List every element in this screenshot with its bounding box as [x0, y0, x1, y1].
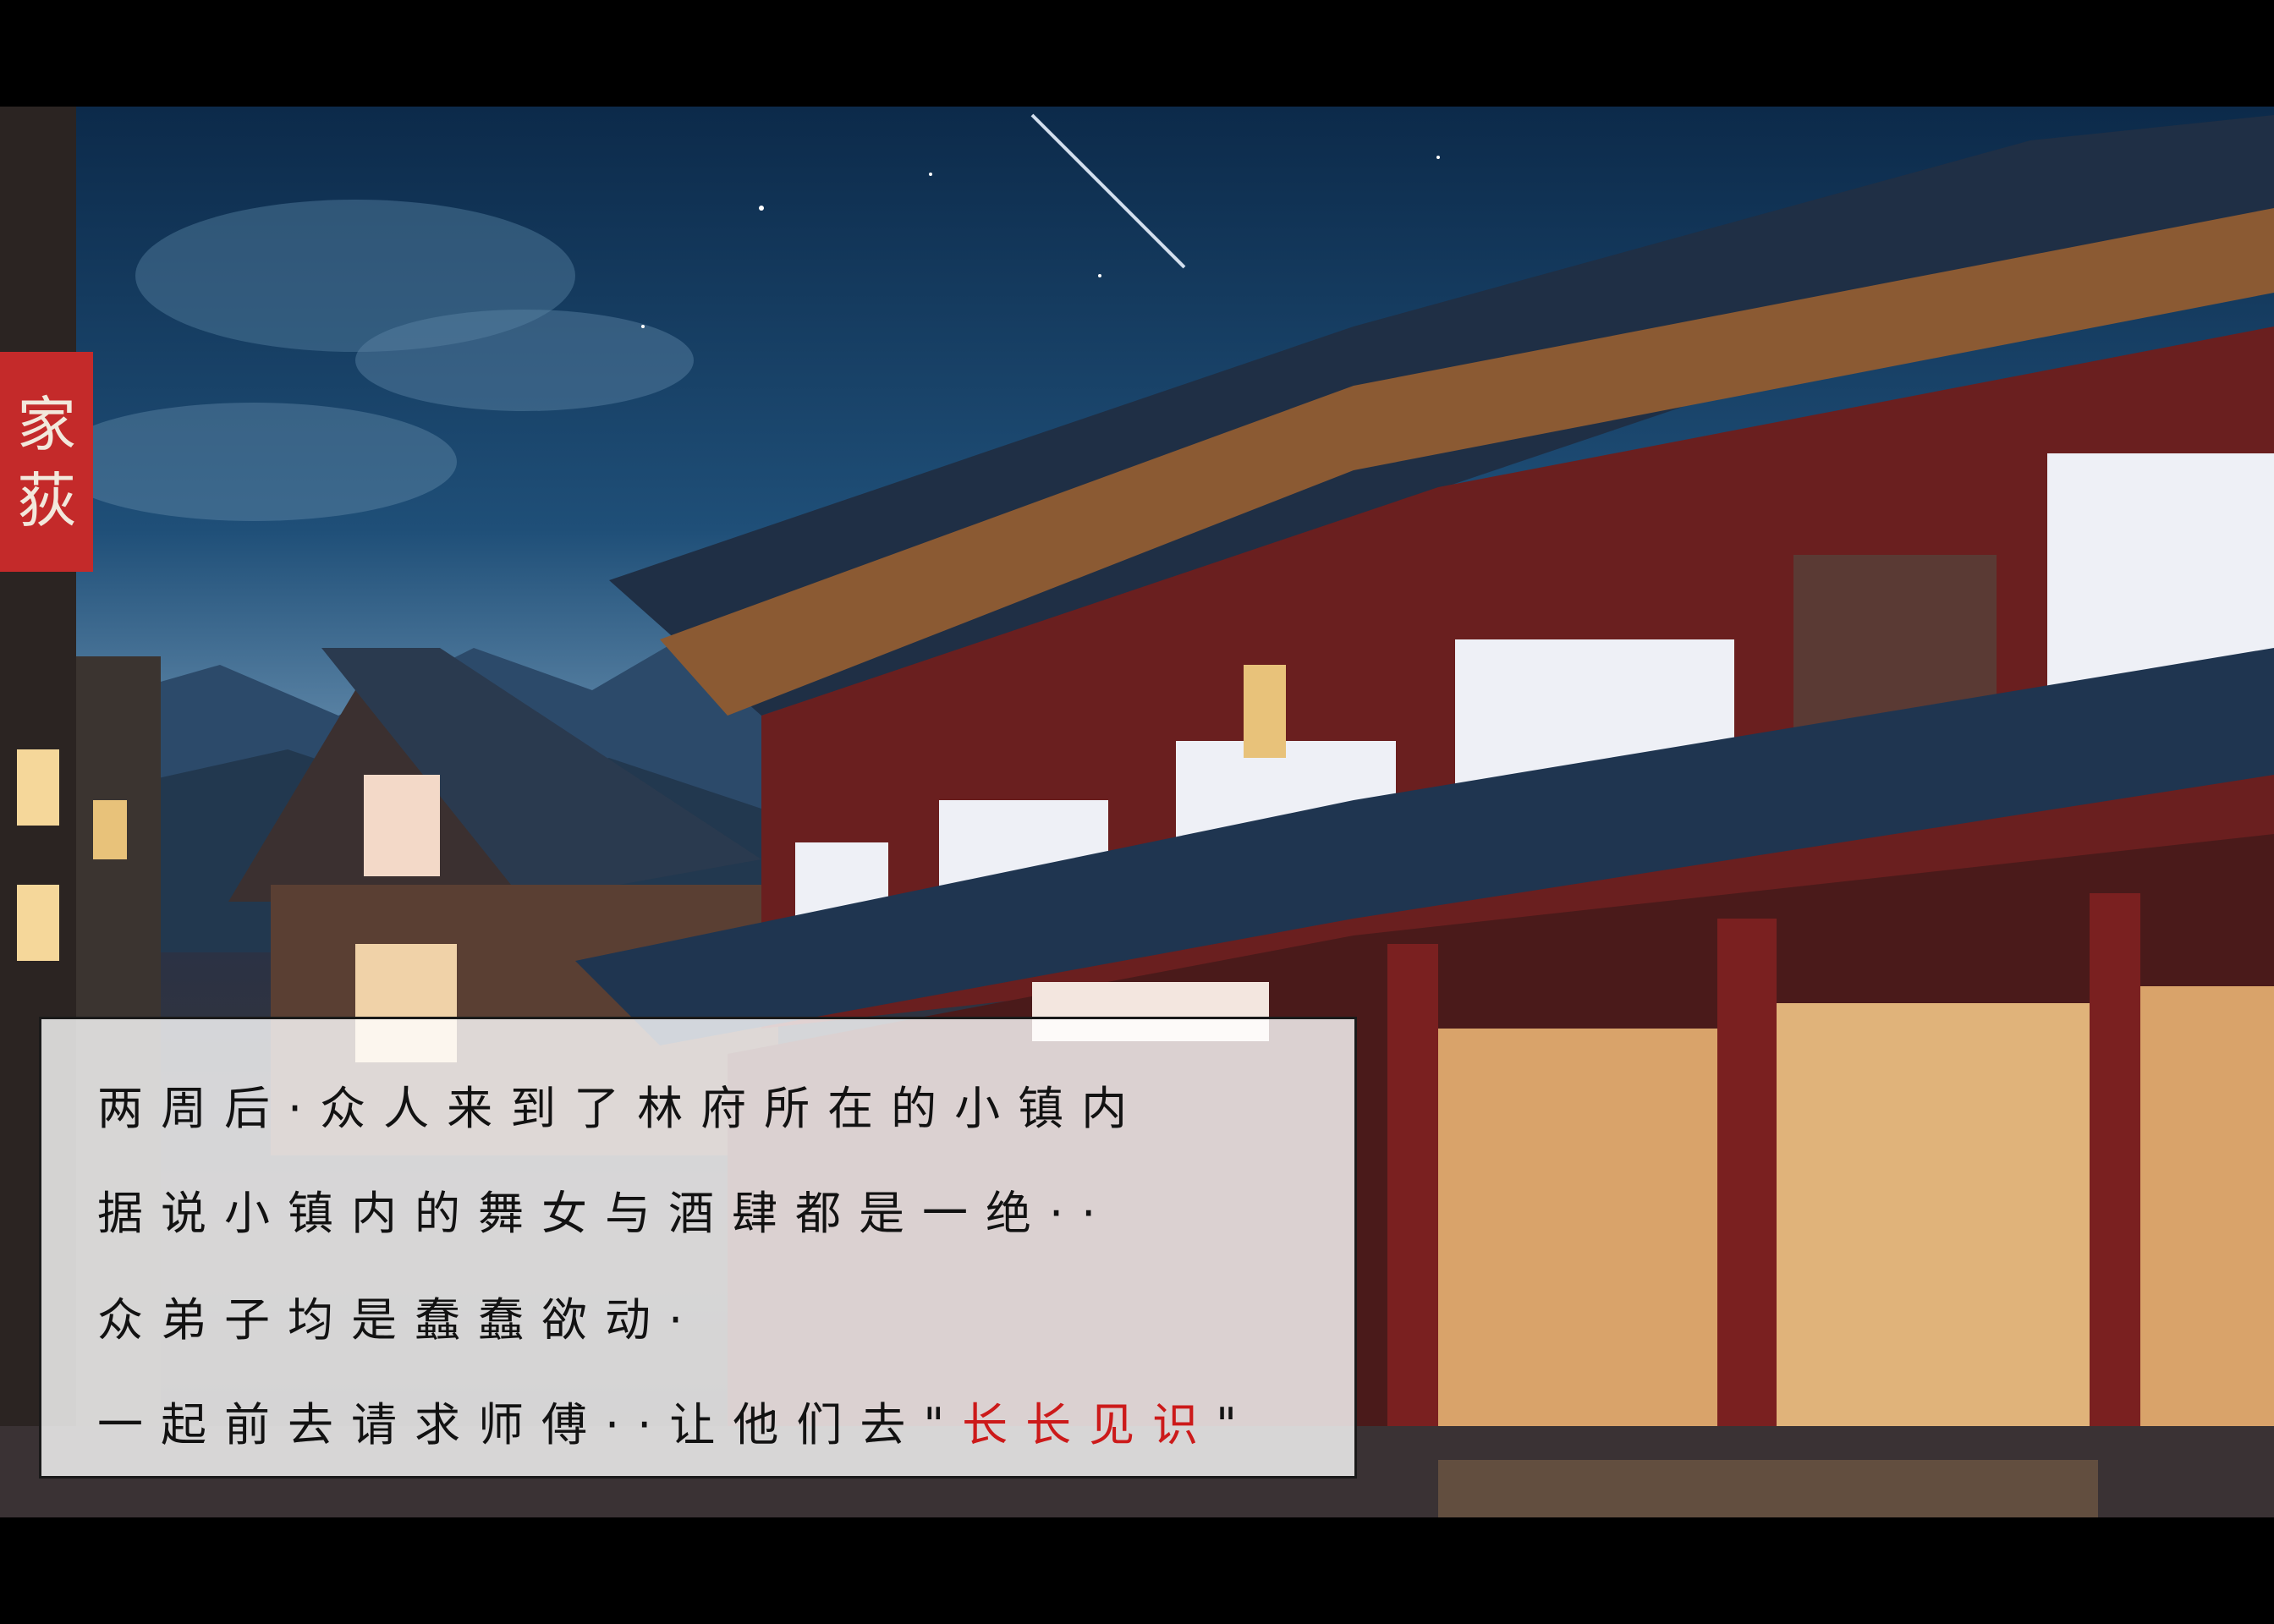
- dialogue-line-1: 两周后·众人来到了林府所在的小镇内: [97, 1082, 1145, 1135]
- svg-text:家: 家: [17, 390, 76, 459]
- dialogue-line-2: 据说小镇内的舞女与酒肆都是一绝··: [97, 1187, 1114, 1240]
- letterbox-bottom: [0, 1517, 2274, 1624]
- dialogue-line-4: 一起前去请求师傅··让他们去"长长见识": [97, 1398, 1255, 1452]
- dialogue-box[interactable]: 两周后·众人来到了林府所在的小镇内 据说小镇内的舞女与酒肆都是一绝·· 众弟子均…: [39, 1017, 1357, 1479]
- svg-text:荻: 荻: [17, 466, 76, 535]
- dialogue-line-4-prefix: 一起前去请求师傅··让他们去": [97, 1398, 963, 1451]
- dialogue-highlight-text: 长长见识: [962, 1398, 1217, 1451]
- dialogue-line-4-suffix: ": [1216, 1398, 1255, 1451]
- letterbox-top: [0, 0, 2274, 107]
- dialogue-line-3: 众弟子均是蠢蠢欲动·: [97, 1293, 701, 1347]
